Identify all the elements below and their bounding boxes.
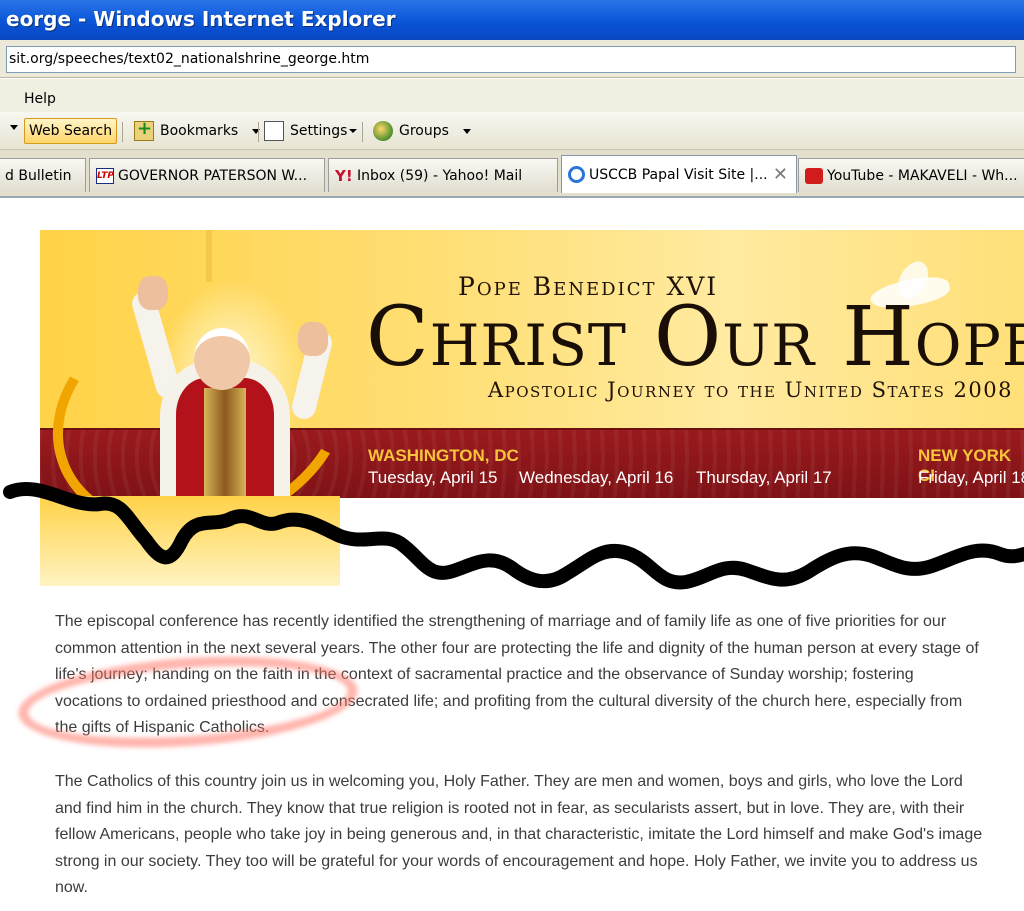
youtube-favicon-icon [805,167,823,184]
bookmark-add-icon [134,118,154,141]
groups-label: Groups [399,123,449,139]
toolbar-separator [258,122,259,142]
tab-label: d Bulletin [5,167,72,184]
window-title: eorge - Windows Internet Explorer [6,7,396,31]
tab-bar: d Bulletin LTP GOVERNOR PATERSON W... Y!… [0,150,1024,198]
tab-label: USCCB Papal Visit Site |... [589,166,768,183]
groups-button[interactable]: Groups [373,120,471,142]
pope-photo [120,270,335,498]
tab-governor-paterson[interactable]: LTP GOVERNOR PATERSON W... [89,158,325,192]
address-bar: sit.org/speeches/text02_nationalshrine_g… [0,40,1024,78]
settings-checkbox-icon [264,121,284,141]
close-tab-icon[interactable]: ✕ [773,164,788,185]
banner-subtitle-bottom: Apostolic Journey to the United States 2… [488,378,1014,402]
tab-youtube[interactable]: YouTube - MAKAVELI - Wh... [798,158,1024,192]
chevron-down-icon [462,128,471,134]
bookmarks-button[interactable]: Bookmarks [134,118,261,142]
toolbar-separator [362,122,363,142]
address-input[interactable]: sit.org/speeches/text02_nationalshrine_g… [6,46,1016,73]
tab-label: GOVERNOR PATERSON W... [118,167,308,184]
web-search-button[interactable]: Web Search [24,118,118,144]
groups-icon [373,121,393,141]
web-search-label: Web Search [29,123,113,139]
tab-bulletin[interactable]: d Bulletin [0,158,86,192]
tab-label: YouTube - MAKAVELI - Wh... [827,167,1018,184]
papal-visit-banner[interactable]: Pope Benedict XVI Christ Our Hope Aposto… [40,230,1024,498]
torn-scribble-line [3,482,1024,590]
yahoo-favicon-icon: Y! [335,166,353,185]
chevron-down-icon [349,129,358,133]
settings-button[interactable]: Settings [264,120,358,142]
ie-favicon-icon [568,166,585,183]
page-content: Pope Benedict XVI Christ Our Hope Aposto… [0,200,1024,911]
settings-label: Settings [290,123,348,139]
bookmarks-label: Bookmarks [160,123,239,139]
toolbar: Web Search Bookmarks Settings Groups [0,112,1024,150]
ltp-favicon-icon: LTP [96,167,114,184]
banner-title: Christ Our Hope [366,290,1024,385]
tab-usccb-papal-visit[interactable]: USCCB Papal Visit Site |... ✕ [561,155,797,193]
menu-bar: Help [0,78,1024,112]
speech-paragraph: The Catholics of this country join us in… [55,773,983,896]
window-title-bar: eorge - Windows Internet Explorer [0,0,1024,40]
menu-help[interactable]: Help [24,91,56,107]
tab-label: Inbox (59) - Yahoo! Mail [357,167,523,184]
search-dropdown-arrow-icon[interactable] [10,125,18,130]
tab-yahoo-mail[interactable]: Y! Inbox (59) - Yahoo! Mail [328,158,558,192]
city-washington[interactable]: WASHINGTON, DC [368,446,519,466]
chevron-down-icon [252,128,261,134]
toolbar-separator [122,122,123,142]
